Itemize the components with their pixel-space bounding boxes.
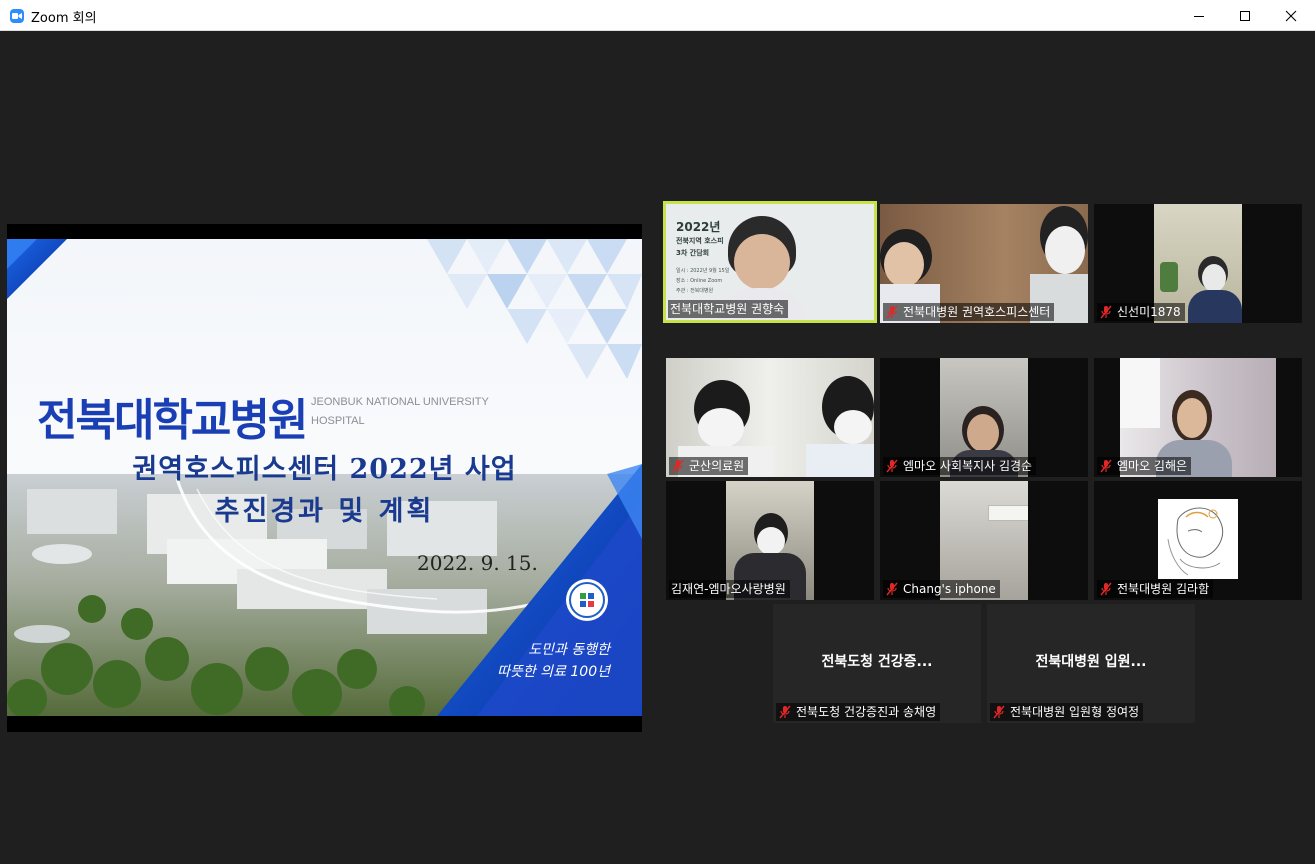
slide-slogan-line1: 도민과 동행한: [528, 642, 610, 658]
window-titlebar[interactable]: Zoom 회의: [0, 0, 1315, 31]
person-mask: [1045, 226, 1085, 274]
person-mask: [1202, 264, 1226, 292]
thumb-text-5: 장소 : Online Zoom: [676, 278, 723, 284]
person-face: [734, 234, 790, 290]
person-face: [1177, 398, 1207, 438]
hospital-name-en-1: JEONBUK NATIONAL UNIVERSITY: [311, 396, 489, 408]
thumb-text-1: 2022년: [676, 220, 721, 234]
thumb-text-2: 전북지역 호스피: [676, 237, 724, 245]
mic-muted-icon: [993, 705, 1005, 719]
participant-name: 신선미1878: [1117, 305, 1181, 319]
presentation-slide: 전북대학교병원 JEONBUK NATIONAL UNIVERSITY HOSP…: [7, 239, 642, 716]
participant-name: 전북대병원 입원형 정여정: [1010, 705, 1140, 719]
meeting-stage: 전북대학교병원 JEONBUK NATIONAL UNIVERSITY HOSP…: [0, 31, 1315, 864]
participant-name-label: 김재연-엠마오사랑병원: [669, 580, 790, 598]
mic-muted-icon: [886, 459, 898, 473]
shared-screen[interactable]: 전북대학교병원 JEONBUK NATIONAL UNIVERSITY HOSP…: [7, 224, 642, 732]
zoom-app-icon: [10, 9, 24, 23]
slide-slogan-line2: 따뜻한 의료 100년: [497, 664, 610, 680]
participant-name: 전북대병원 권역호스피스센터: [903, 305, 1051, 319]
participant-name: 김재연-엠마오사랑병원: [671, 582, 786, 596]
participant-name-label: 전북대학교병원 권향숙: [668, 300, 789, 318]
participant-display-name: 전북도청 건강증...: [821, 654, 933, 670]
mic-muted-icon: [1100, 305, 1112, 319]
participant-tile[interactable]: Chang's iphone: [880, 481, 1088, 600]
window-title: Zoom 회의: [31, 11, 97, 26]
participant-tile[interactable]: 엠마오 김해은: [1094, 358, 1302, 477]
slide-date: 2022. 9. 15.: [417, 551, 538, 575]
participant-name: 전북대병원 김라함: [1117, 582, 1210, 596]
slide-title-line1: 권역호스피스센터 2022년 사업: [132, 454, 517, 485]
close-icon: [1285, 10, 1297, 21]
participant-name: 전북도청 건강증진과 송채영: [796, 705, 937, 719]
participant-name-label: 전북대병원 권역호스피스센터: [883, 303, 1055, 321]
person-mask: [698, 408, 744, 448]
participant-tile[interactable]: 전북대병원 김라함: [1094, 481, 1302, 600]
participant-name-label: Chang's iphone: [883, 580, 1000, 598]
maximize-icon: [1240, 10, 1250, 21]
participant-name: 엠마오 사회복지사 김경순: [903, 459, 1033, 473]
hospital-name-ko: 전북대학교병원: [37, 395, 308, 446]
participant-tile[interactable]: 군산의료원: [666, 358, 874, 477]
participant-name-label: 엠마오 사회복지사 김경순: [883, 457, 1037, 475]
mic-muted-icon: [886, 305, 898, 319]
participant-tile[interactable]: 전북대병원 권역호스피스센터: [880, 204, 1088, 323]
participant-tile[interactable]: 2022년 전북지역 호스피 3차 간담회 일시 : 2022년 9월 15일 …: [663, 201, 877, 323]
sketch-illustration-icon: [1167, 507, 1224, 576]
hospital-name-en-2: HOSPITAL: [311, 415, 365, 427]
participant-name-label: 신선미1878: [1097, 303, 1185, 321]
thumb-text-6: 주관 : 전북대병원: [676, 288, 714, 294]
mic-muted-icon: [779, 705, 791, 719]
slide-title-line2: 추진경과 및 계획: [214, 496, 435, 527]
minimize-button[interactable]: [1176, 0, 1222, 31]
participant-tile[interactable]: 전북대병원 입원... 전북대병원 입원형 정여정: [987, 604, 1195, 723]
participant-name: Chang's iphone: [903, 582, 996, 596]
minimize-icon: [1194, 15, 1204, 17]
participant-tile[interactable]: 엠마오 사회복지사 김경순: [880, 358, 1088, 477]
participant-name: 군산의료원: [689, 459, 745, 473]
close-button[interactable]: [1268, 0, 1314, 31]
participant-name-label: 전북대병원 김라함: [1097, 580, 1214, 598]
participant-tile[interactable]: 김재연-엠마오사랑병원: [666, 481, 874, 600]
participant-name: 엠마오 김해은: [1117, 459, 1188, 473]
participant-name-label: 엠마오 김해은: [1097, 457, 1192, 475]
person-mask: [834, 410, 872, 444]
mic-muted-icon: [1100, 582, 1112, 596]
thumb-text-4: 일시 : 2022년 9월 15일: [676, 268, 730, 274]
person-mask: [757, 527, 785, 555]
mic-muted-icon: [886, 582, 898, 596]
person-face: [967, 414, 999, 452]
participant-name: 전북대학교병원 권향숙: [670, 302, 785, 316]
participant-profile-picture: [1158, 499, 1238, 579]
participant-name-label: 전북대병원 입원형 정여정: [990, 703, 1144, 721]
mic-muted-icon: [1100, 459, 1112, 473]
participant-display-name: 전북대병원 입원...: [1035, 654, 1147, 670]
participant-name-label: 전북도청 건강증진과 송채영: [776, 703, 941, 721]
participant-name-label: 군산의료원: [669, 457, 749, 475]
mic-muted-icon: [672, 459, 684, 473]
maximize-button[interactable]: [1222, 0, 1268, 31]
thumb-text-3: 3차 간담회: [676, 249, 710, 257]
participant-tile[interactable]: 신선미1878: [1094, 204, 1302, 323]
participant-tile[interactable]: 전북도청 건강증... 전북도청 건강증진과 송채영: [773, 604, 981, 723]
